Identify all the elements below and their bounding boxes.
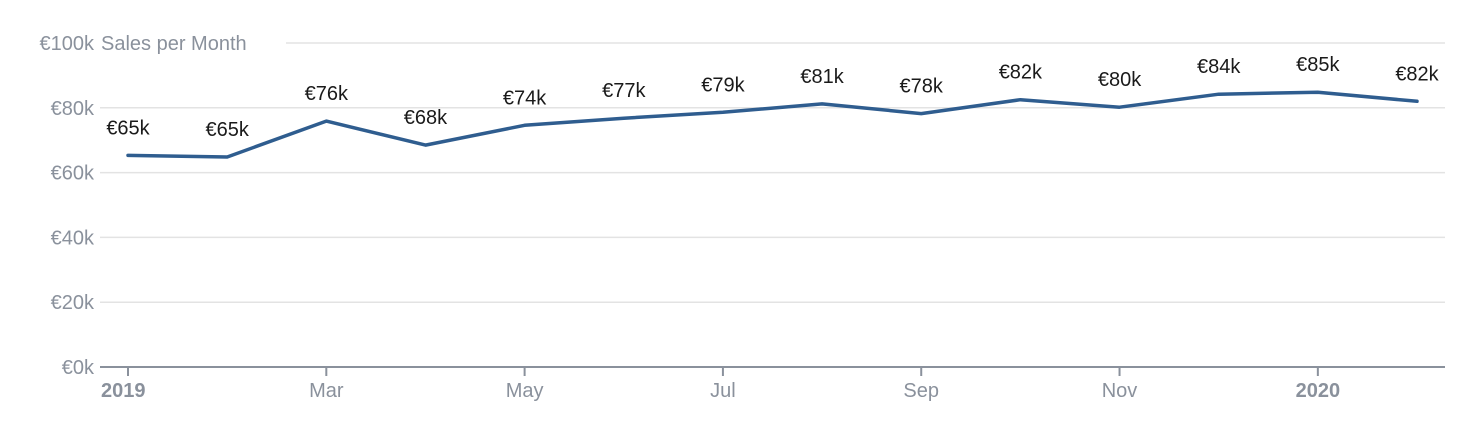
y-tick-label: €0k	[62, 357, 95, 379]
data-label: €65k	[106, 117, 150, 139]
chart-canvas: €0k €20k €40k €60k €80k €100k Sales per Month…	[40, 33, 1445, 402]
x-tick-label: Mar	[309, 380, 344, 402]
chart-title: Sales per Month	[101, 33, 247, 55]
y-tick-label: €40k	[51, 227, 95, 249]
data-label: €80k	[1098, 69, 1142, 91]
data-label: €81k	[800, 66, 844, 88]
y-tick-label: €80k	[51, 98, 95, 120]
data-label: €82k	[999, 62, 1043, 84]
data-label: €85k	[1296, 54, 1340, 76]
x-tick-label: Jul	[710, 380, 736, 402]
x-axis: 2019 Mar May Jul Sep Nov 2020	[100, 366, 1445, 402]
grid-lines	[100, 42, 1445, 303]
x-tick-label: 2020	[1296, 380, 1341, 402]
y-tick-label: €60k	[51, 163, 95, 185]
data-label: €77k	[602, 80, 646, 102]
x-tick-label: Nov	[1102, 380, 1138, 402]
data-label: €76k	[305, 83, 349, 105]
y-tick-label: €100k	[40, 33, 95, 55]
x-tick-label: 2019	[101, 380, 146, 402]
y-axis-ticks: €0k €20k €40k €60k €80k €100k	[40, 33, 95, 379]
data-label: €74k	[503, 87, 547, 109]
y-tick-label: €20k	[51, 292, 95, 314]
data-label: €82k	[1395, 63, 1439, 85]
x-tick-label: Sep	[903, 380, 939, 402]
data-label: €65k	[205, 119, 249, 141]
data-label: €79k	[701, 74, 745, 96]
x-tick-label: May	[506, 380, 544, 402]
line-chart: €0k €20k €40k €60k €80k €100k Sales per Month…	[0, 0, 1480, 432]
data-label: €68k	[404, 107, 448, 129]
data-label: €84k	[1197, 56, 1241, 78]
data-label: €78k	[900, 76, 944, 98]
